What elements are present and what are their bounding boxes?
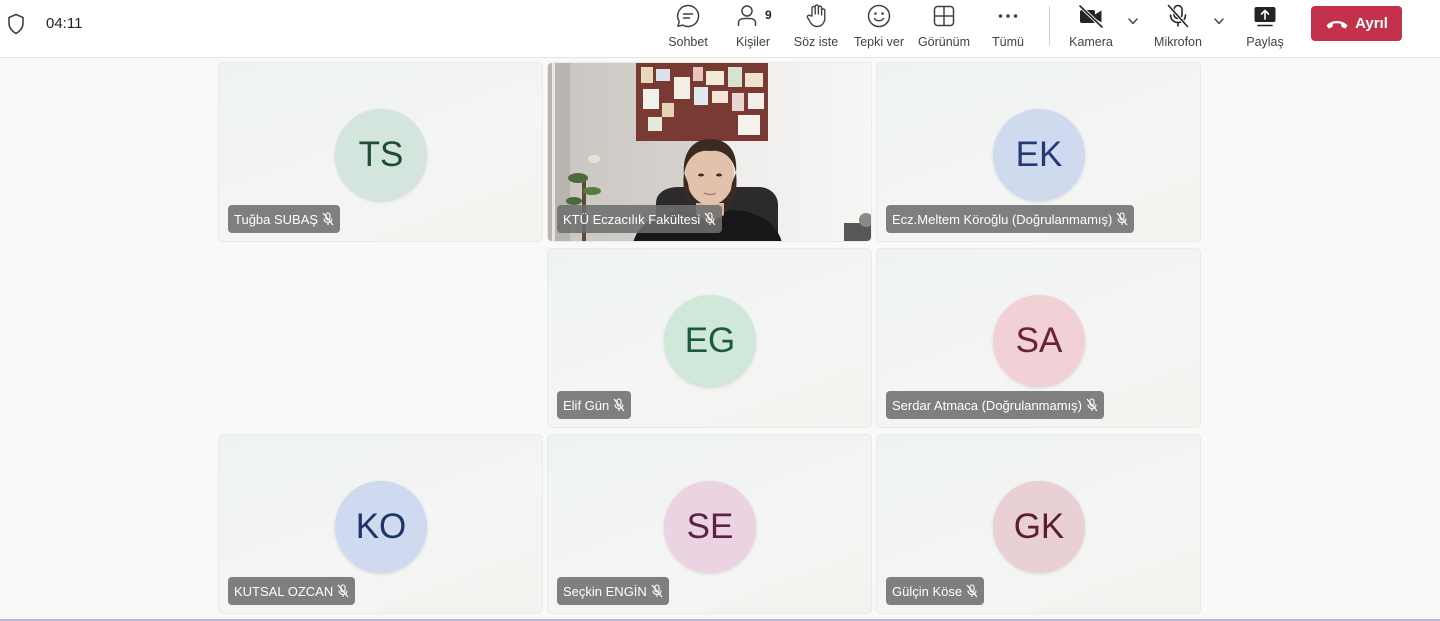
participant-name-tag: KTÜ Eczacılık Fakültesi (557, 205, 723, 233)
microphone-muted-icon (651, 584, 663, 598)
participant-video-tile[interactable]: KTÜ Eczacılık Fakültesi (547, 62, 872, 242)
avatar: TS (335, 109, 427, 201)
microphone-muted-icon (1116, 212, 1128, 226)
smiley-icon (867, 4, 891, 28)
camera-off-icon (1078, 4, 1104, 29)
people-count-badge: 9 (765, 8, 772, 22)
microphone-button[interactable]: Mikrofon (1150, 0, 1206, 58)
participant-tile[interactable]: GK Gülçin Köse (876, 434, 1201, 614)
avatar: SE (664, 481, 756, 573)
participant-name: Gülçin Köse (892, 583, 963, 599)
view-label: Görünüm (917, 35, 971, 49)
participant-tile[interactable]: SE Seçkin ENGİN (547, 434, 872, 614)
participant-name-tag: Seçkin ENGİN (557, 577, 669, 605)
participant-name: KTÜ Eczacılık Fakültesi (563, 211, 701, 227)
participant-name: KUTSAL OZCAN (234, 583, 334, 599)
chat-icon (676, 4, 700, 28)
microphone-muted-icon (966, 584, 978, 598)
participant-name: Seçkin ENGİN (563, 583, 647, 599)
avatar: EK (993, 109, 1085, 201)
avatar: KO (335, 481, 427, 573)
microphone-muted-icon (322, 212, 334, 226)
microphone-label: Mikrofon (1154, 35, 1202, 49)
chat-label: Sohbet (668, 35, 708, 49)
people-icon (737, 5, 757, 26)
microphone-muted-icon (704, 212, 716, 226)
more-button[interactable]: Tümü (988, 0, 1028, 58)
participant-tile[interactable]: SA Serdar Atmaca (Doğrulanmamış) (876, 248, 1201, 428)
raise-hand-icon (806, 4, 826, 28)
share-button[interactable]: Paylaş (1244, 0, 1286, 58)
participant-tile[interactable]: KO KUTSAL OZCAN (218, 434, 543, 614)
avatar: GK (993, 481, 1085, 573)
more-icon (998, 14, 1018, 18)
participant-name-tag: Ecz.Meltem Köroğlu (Doğrulanmamış) (886, 205, 1135, 233)
share-label: Paylaş (1246, 35, 1284, 49)
grid-view-icon (933, 5, 955, 27)
participant-name: Elif Gün (563, 397, 610, 413)
chat-button[interactable]: Sohbet (666, 0, 710, 58)
avatar: SA (993, 295, 1085, 387)
avatar: EG (664, 295, 756, 387)
people-label: Kişiler (735, 35, 771, 49)
toolbar-divider (1049, 6, 1050, 46)
people-button[interactable]: 9 Kişiler (734, 0, 772, 58)
camera-options-chevron-down-icon[interactable] (1126, 14, 1140, 28)
raise-hand-label: Söz iste (793, 35, 839, 49)
participant-name-tag: Elif Gün (557, 391, 632, 419)
leave-button[interactable]: Ayrıl (1311, 6, 1402, 41)
view-button[interactable]: Görünüm (916, 0, 972, 58)
participant-name-tag: KUTSAL OZCAN (228, 577, 356, 605)
call-timer: 04:11 (46, 15, 83, 32)
react-label: Tepki ver (853, 35, 905, 49)
participant-tile[interactable]: TS Tuğba SUBAŞ (218, 62, 543, 242)
microphone-muted-icon (337, 584, 349, 598)
react-button[interactable]: Tepki ver (853, 0, 905, 58)
camera-label: Kamera (1069, 35, 1113, 49)
microphone-off-icon (1167, 4, 1189, 28)
hang-up-icon (1326, 20, 1348, 28)
participant-name: Ecz.Meltem Köroğlu (Doğrulanmamış) (892, 211, 1113, 227)
microphone-options-chevron-down-icon[interactable] (1212, 14, 1226, 28)
participant-name: Tuğba SUBAŞ (234, 211, 319, 227)
participant-name-tag: Tuğba SUBAŞ (228, 205, 341, 233)
participant-tile[interactable]: EG Elif Gün (547, 248, 872, 428)
participant-tile[interactable]: EK Ecz.Meltem Köroğlu (Doğrulanmamış) (876, 62, 1201, 242)
meeting-toolbar: 04:11 Sohbet 9 Kişiler Söz iste Tepki ve… (0, 0, 1440, 58)
shield-icon[interactable] (7, 13, 25, 35)
microphone-muted-icon (1086, 398, 1098, 412)
more-label: Tümü (992, 35, 1024, 49)
participant-name-tag: Gülçin Köse (886, 577, 985, 605)
participant-name: Serdar Atmaca (Doğrulanmamış) (892, 397, 1083, 413)
participant-name-tag: Serdar Atmaca (Doğrulanmamış) (886, 391, 1105, 419)
camera-button[interactable]: Kamera (1066, 0, 1116, 58)
raise-hand-button[interactable]: Söz iste (793, 0, 839, 58)
leave-label: Ayrıl (1355, 15, 1388, 32)
microphone-muted-icon (613, 398, 625, 412)
share-screen-icon (1254, 7, 1276, 27)
